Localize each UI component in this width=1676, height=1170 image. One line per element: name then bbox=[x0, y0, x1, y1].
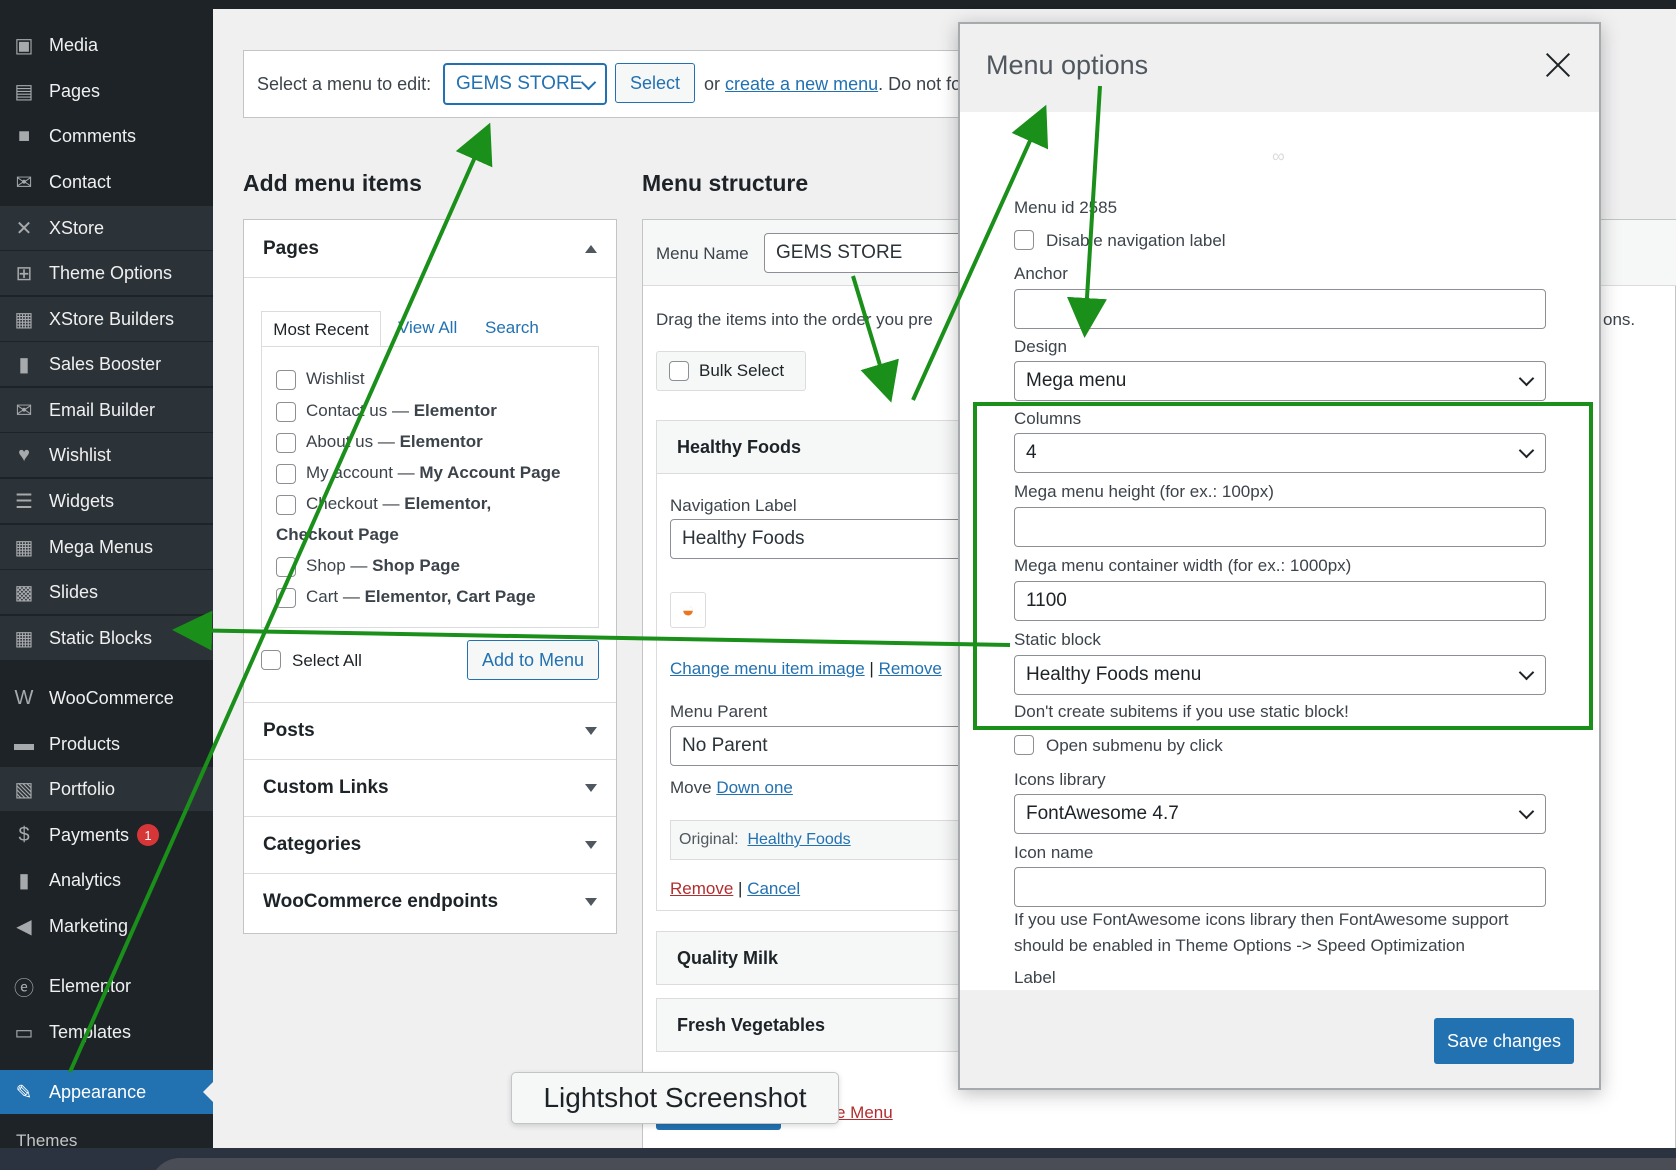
arrow-to-menu-options bbox=[911, 104, 1049, 401]
annotation-overlay bbox=[68, 85, 1593, 1073]
arrow-to-static-blocks bbox=[172, 610, 1011, 651]
arrow-to-menu-select bbox=[68, 122, 493, 1073]
arrow-to-design bbox=[1067, 85, 1107, 338]
highlight-box bbox=[973, 402, 1593, 730]
arrow-down-structure bbox=[851, 275, 899, 403]
